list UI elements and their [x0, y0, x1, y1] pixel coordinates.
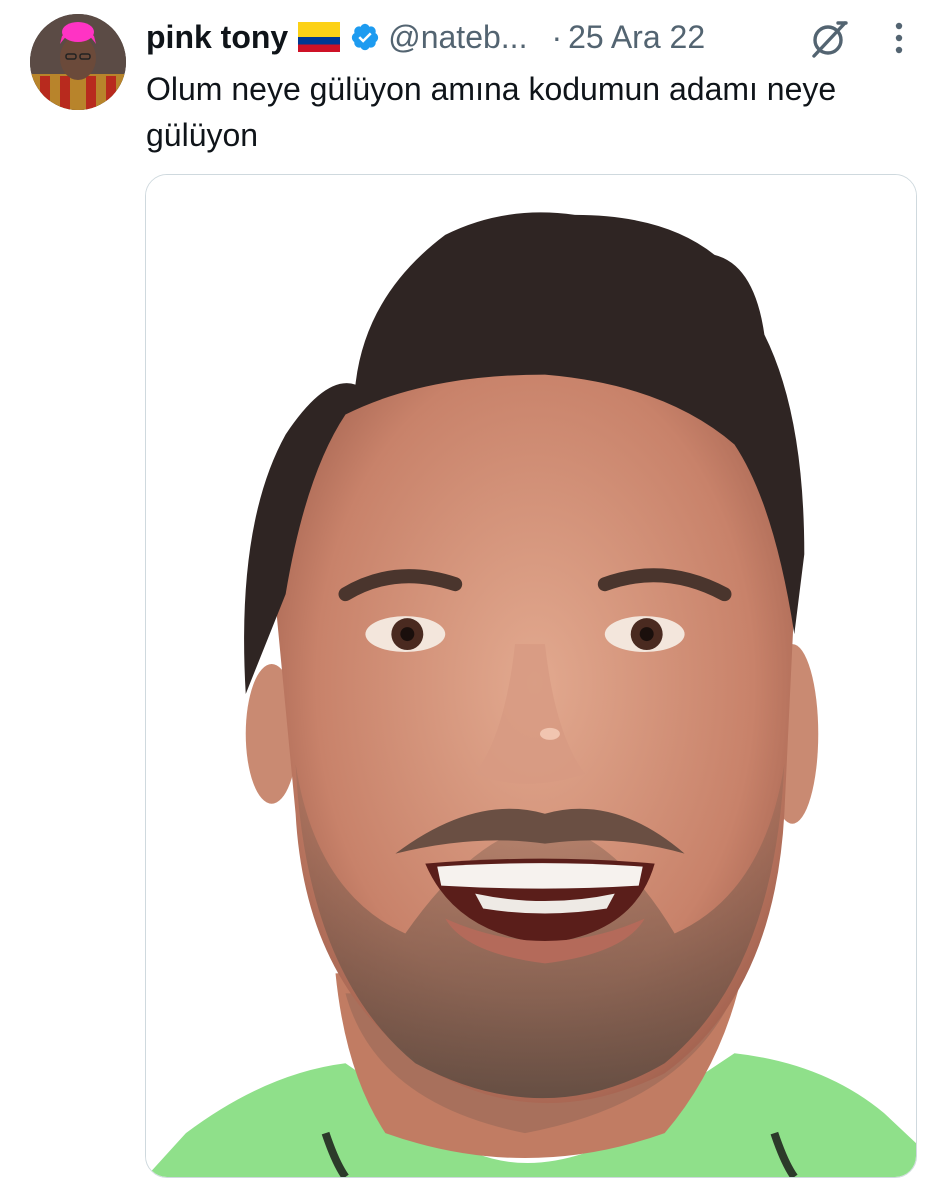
colombia-flag-icon [298, 22, 341, 52]
avatar[interactable] [30, 14, 126, 110]
tweet-date[interactable]: 25 Ara 22 [568, 19, 705, 56]
tweet-text: Olum neye gülüyon amına kodumun adamı ne… [146, 71, 837, 153]
photo-of-smiling-man [146, 175, 916, 1177]
grok-icon[interactable] [808, 18, 850, 60]
user-handle[interactable]: @nateb... [388, 19, 527, 56]
separator-dot: · [551, 18, 563, 55]
tweet-media[interactable] [145, 174, 917, 1178]
more-vertical-icon[interactable] [882, 16, 916, 60]
avatar-image [30, 14, 126, 110]
verified-badge-icon [350, 22, 380, 52]
display-name[interactable]: pink tony [146, 19, 288, 56]
